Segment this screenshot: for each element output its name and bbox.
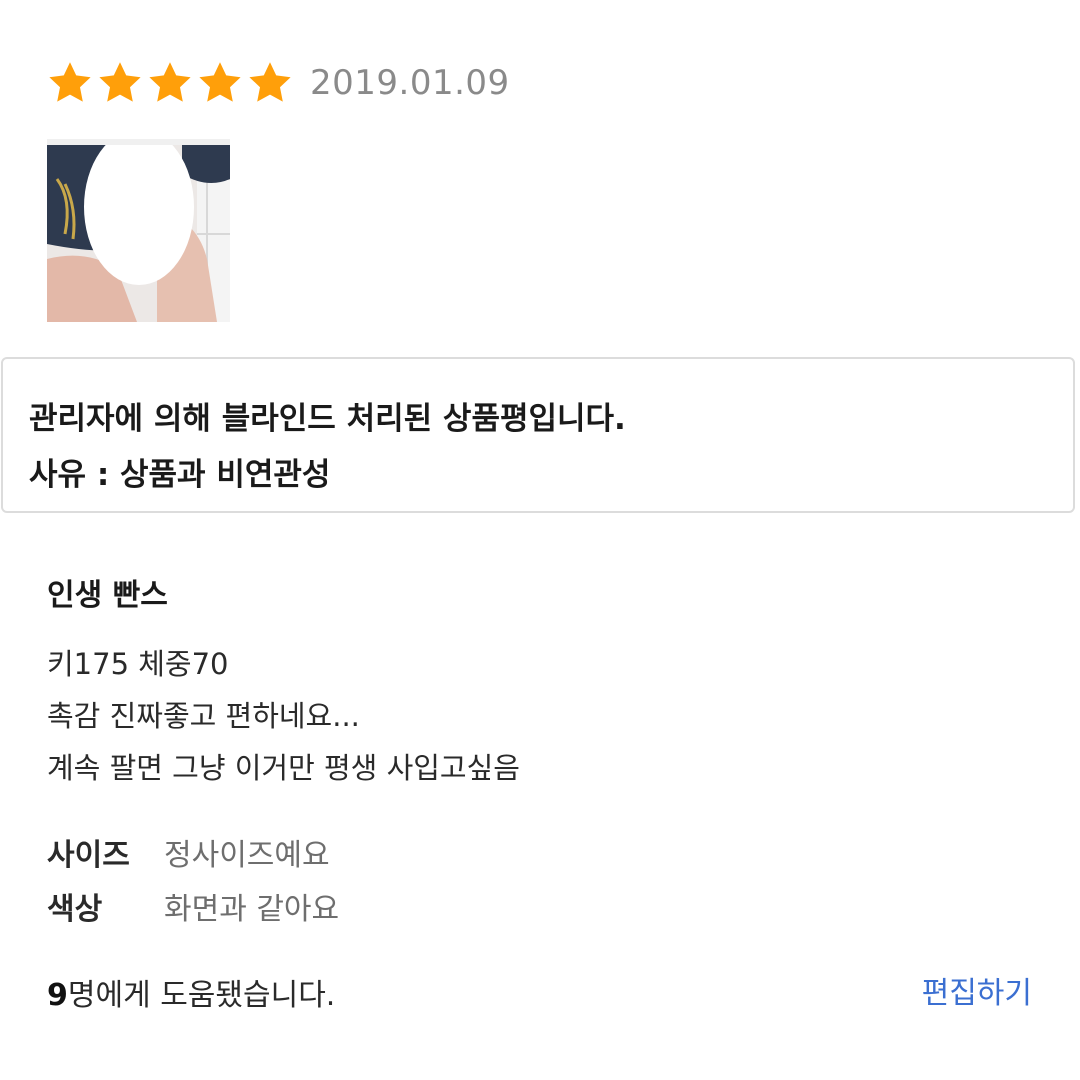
product-photo-image: [47, 139, 230, 322]
star-icon: [49, 62, 91, 102]
color-attribute: 색상 화면과 같아요: [47, 884, 339, 928]
helpful-label: 명에게 도움됐습니다.: [67, 978, 336, 1013]
color-value: 화면과 같아요: [164, 892, 340, 927]
helpful-count: 9: [47, 978, 68, 1013]
star-icon: [99, 62, 141, 102]
review-title: 인생 빤스: [47, 578, 168, 613]
star-icon: [249, 62, 291, 102]
review-date: 2019.01.09: [310, 63, 510, 103]
helpful-count-text: 9명에게 도움됐습니다.: [47, 970, 335, 1014]
review-body-line: 계속 팔면 그냥 이거만 평생 사입고싶음: [47, 751, 520, 785]
review-body: 키175 체중70 촉감 진짜좋고 편하네요... 계속 팔면 그냥 이거만 평…: [47, 644, 520, 800]
review-body-line: 촉감 진짜좋고 편하네요...: [47, 699, 360, 733]
edit-review-link[interactable]: 편집하기: [922, 968, 1032, 1012]
size-label: 사이즈: [47, 838, 130, 873]
star-icon: [149, 62, 191, 102]
size-attribute: 사이즈 정사이즈예요: [47, 830, 330, 874]
review-rating-row: 2019.01.09: [46, 56, 510, 110]
star-rating: [46, 59, 296, 107]
review-body-line: 키175 체중70: [47, 647, 229, 681]
blind-notice-message: 관리자에 의해 블라인드 처리된 상품평입니다.: [29, 401, 626, 437]
size-value: 정사이즈예요: [164, 838, 330, 873]
blind-notice-reason: 사유 : 상품과 비연관성: [29, 457, 331, 493]
star-icon: [199, 62, 241, 102]
review-photo-thumbnail[interactable]: [47, 139, 230, 322]
blind-notice-box: 관리자에 의해 블라인드 처리된 상품평입니다. 사유 : 상품과 비연관성: [1, 357, 1075, 513]
color-label: 색상: [47, 892, 103, 927]
